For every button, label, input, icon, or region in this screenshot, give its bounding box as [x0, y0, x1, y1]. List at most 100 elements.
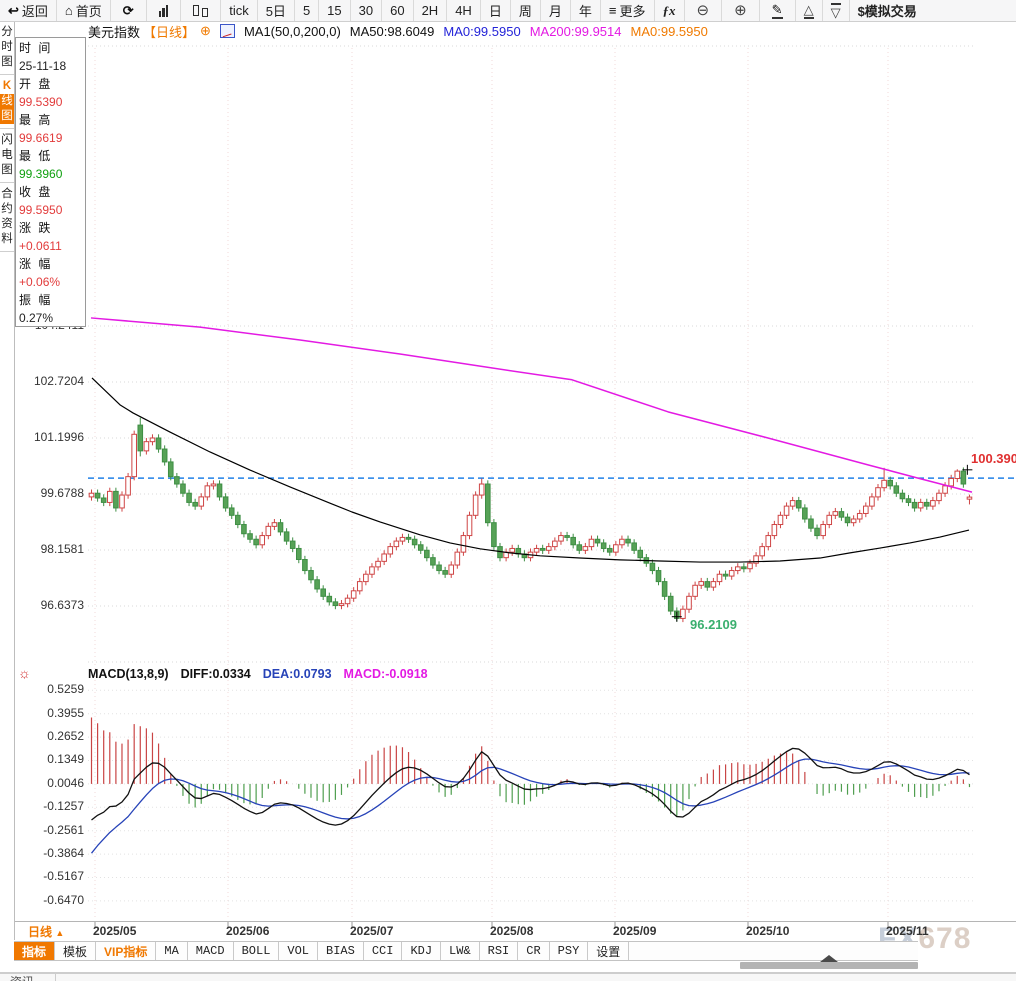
tab-vip-indicator[interactable]: VIP指标	[96, 942, 156, 960]
refresh-button[interactable]: ⟳	[111, 0, 147, 21]
zoom-out-button[interactable]: ⊖	[685, 0, 723, 21]
tab-vol[interactable]: VOL	[279, 942, 318, 960]
macd-tick: -0.1257	[8, 799, 84, 813]
home-icon: ⌂	[65, 4, 73, 17]
macd-tick: -0.6470	[8, 893, 84, 907]
tab-rsi[interactable]: RSI	[480, 942, 519, 960]
pattern-down-button[interactable]: ▽	[823, 0, 850, 21]
x-axis-label: 2025/08	[490, 924, 533, 938]
zoom-out-icon: ⊖	[697, 3, 710, 18]
triangle-down-icon: ▽	[831, 3, 841, 19]
quote-open-value: 99.5390	[19, 93, 85, 111]
quote-amplitude-value: 0.27%	[19, 309, 85, 327]
tab-macd[interactable]: MACD	[188, 942, 234, 960]
refresh-icon: ⟳	[123, 4, 134, 17]
interval-year-button[interactable]: 年	[571, 0, 601, 21]
candlestick-button[interactable]	[181, 0, 221, 21]
tab-bar-filler	[629, 942, 918, 960]
chart-area[interactable]	[0, 0, 1016, 981]
tab-template[interactable]: 模板	[55, 942, 96, 960]
macd-header: MACD(13,8,9) DIFF:0.0334 DEA:0.0793 MACD…	[88, 667, 428, 681]
current-period-label[interactable]: 日线 ▲	[28, 923, 64, 940]
tab-boll[interactable]: BOLL	[234, 942, 280, 960]
x-axis-label: 2025/06	[226, 924, 269, 938]
interval-4h-button[interactable]: 4H	[447, 0, 481, 21]
interval-month-button[interactable]: 月	[541, 0, 571, 21]
quote-low-value: 99.3960	[19, 165, 85, 183]
tab-indicator[interactable]: 指标	[14, 942, 55, 960]
price-chart-svg	[0, 0, 1016, 981]
ma0-orange-value: MA0:99.5950	[631, 24, 708, 39]
interval-15m-button[interactable]: 15	[319, 0, 350, 21]
quote-change-label: 涨 跌	[19, 219, 85, 237]
price-tick: 96.6373	[8, 598, 84, 612]
ma50-value: MA50:98.6049	[350, 24, 435, 39]
sidebar-tab-contract-info[interactable]: 合约资料	[0, 183, 14, 252]
news-tab[interactable]: 资讯	[10, 975, 34, 981]
interval-day-button[interactable]: 日	[481, 0, 511, 21]
bottom-drag-handle[interactable]	[740, 962, 918, 969]
quote-change-pct-label: 涨 幅	[19, 255, 85, 273]
triangle-up-small-icon: ▲	[55, 928, 64, 938]
bar-chart-button[interactable]	[147, 0, 182, 21]
macd-dea-value: DEA:0.0793	[263, 667, 332, 681]
pencil-icon: ✎	[772, 3, 783, 19]
circle-plus-icon[interactable]: ⊕	[200, 23, 211, 39]
bar-chart-icon	[159, 5, 169, 17]
interval-week-button[interactable]: 周	[511, 0, 541, 21]
tab-cci[interactable]: CCI	[364, 942, 403, 960]
quote-low-label: 最 低	[19, 147, 85, 165]
home-button[interactable]: ⌂首页	[57, 0, 111, 21]
pattern-up-button[interactable]: △	[796, 0, 823, 21]
draw-button[interactable]: ✎	[760, 0, 796, 21]
chart-title-bar: 美元指数 【日线】 ⊕ MA1(50,0,200,0) MA50:98.6049…	[88, 23, 708, 39]
mini-chart-icon[interactable]	[220, 24, 235, 38]
toolbar: ↩返回 ⌂首页 ⟳ tick 5日 5 15 30 60 2H 4H 日 周 月…	[0, 0, 1016, 22]
ma-settings-label: MA1(50,0,200,0)	[244, 24, 341, 39]
macd-tick: -0.5167	[8, 869, 84, 883]
back-button[interactable]: ↩返回	[0, 0, 57, 21]
price-tick: 98.1581	[8, 542, 84, 556]
tab-bias[interactable]: BIAS	[318, 942, 364, 960]
tab-ma[interactable]: MA	[156, 942, 187, 960]
more-button[interactable]: ≡更多	[601, 0, 655, 21]
interval-tick-button[interactable]: tick	[221, 0, 258, 21]
bottom-news-bar: 资讯	[0, 973, 1016, 981]
tab-cr[interactable]: CR	[518, 942, 549, 960]
macd-tick: 0.0046	[8, 776, 84, 790]
menu-icon: ≡	[609, 4, 617, 17]
quote-high-label: 最 高	[19, 111, 85, 129]
ma200-value: MA200:99.9514	[530, 24, 622, 39]
zoom-in-button[interactable]: ⊕	[722, 0, 760, 21]
macd-tick: -0.2561	[8, 823, 84, 837]
sidebar-tab-flash-chart[interactable]: 闪电图	[0, 129, 14, 183]
tab-settings[interactable]: 设置	[588, 942, 629, 960]
x-axis-label: 2025/09	[613, 924, 656, 938]
macd-bar-value: MACD:-0.0918	[344, 667, 428, 681]
x-axis-label: 2025/10	[746, 924, 789, 938]
symbol-name: 美元指数	[88, 22, 140, 41]
interval-5d-button[interactable]: 5日	[258, 0, 295, 21]
price-tick: 101.1996	[8, 430, 84, 444]
indicator-tab-bar: 指标 模板 VIP指标 MA MACD BOLL VOL BIAS CCI KD…	[14, 941, 918, 961]
tab-psy[interactable]: PSY	[550, 942, 589, 960]
ma0-blue-value: MA0:99.5950	[443, 24, 520, 39]
indicator-fx-button[interactable]: ƒx	[655, 0, 685, 21]
interval-5m-button[interactable]: 5	[295, 0, 319, 21]
tab-kdj[interactable]: KDJ	[402, 942, 441, 960]
quote-open-label: 开 盘	[19, 75, 85, 93]
back-label: 返回	[22, 1, 48, 20]
sidebar-tab-time-chart[interactable]: 分时图	[0, 21, 14, 75]
low-price-annotation: 96.2109	[690, 617, 737, 632]
quote-change-value: +0.0611	[19, 237, 85, 255]
interval-2h-button[interactable]: 2H	[414, 0, 448, 21]
sidebar-tab-kline-chart[interactable]: K线图	[0, 75, 14, 129]
interval-30m-button[interactable]: 30	[351, 0, 382, 21]
trading-app: ↩返回 ⌂首页 ⟳ tick 5日 5 15 30 60 2H 4H 日 周 月…	[0, 0, 1016, 981]
candlestick-icon	[193, 4, 208, 17]
simulate-trade-button[interactable]: $模拟交易	[850, 0, 1016, 21]
indicator-settings-icon[interactable]: ☼	[18, 666, 31, 680]
tab-lw[interactable]: LW&	[441, 942, 480, 960]
quote-time-value: 25-11-18	[19, 57, 85, 75]
interval-60m-button[interactable]: 60	[382, 0, 413, 21]
